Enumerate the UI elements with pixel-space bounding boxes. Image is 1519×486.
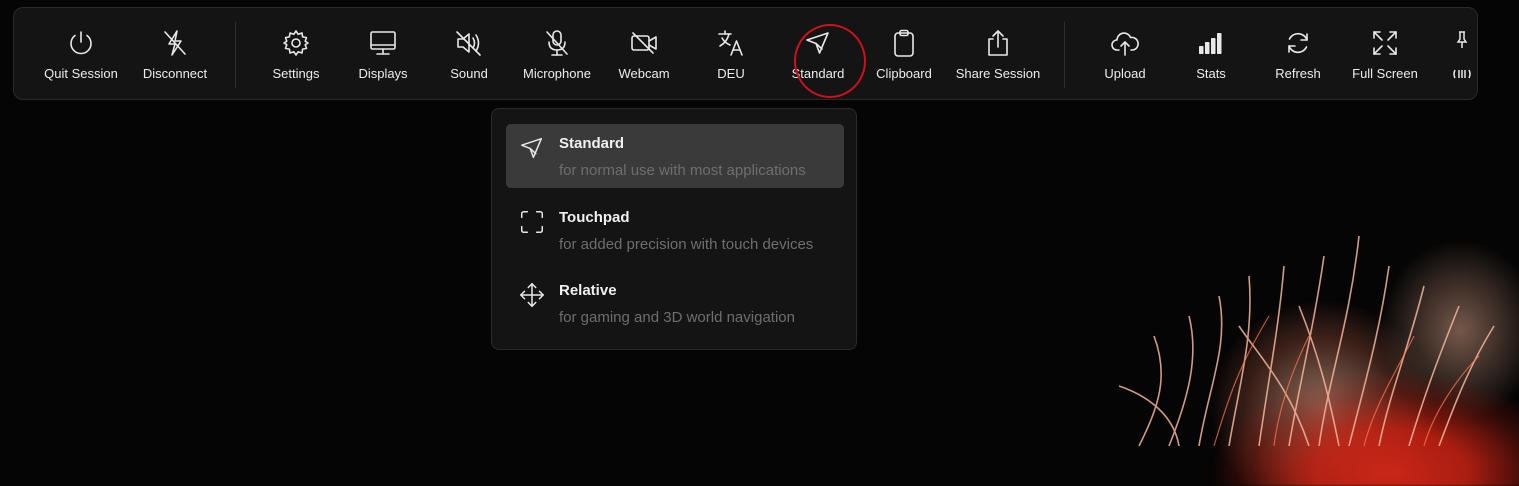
settings-label: Settings xyxy=(272,66,320,81)
refresh-button[interactable]: Refresh xyxy=(1250,8,1346,101)
clipboard-icon xyxy=(887,26,921,60)
background-flame-streaks xyxy=(1118,235,1495,446)
option-title: Touchpad xyxy=(559,209,630,226)
upload-button[interactable]: Upload xyxy=(1077,8,1173,101)
upload-label: Upload xyxy=(1104,66,1146,81)
quit-session-label: Quit Session xyxy=(44,66,118,81)
option-title: Standard xyxy=(559,135,625,152)
quit-session-button[interactable]: Quit Session xyxy=(33,8,129,101)
translate-icon xyxy=(714,26,748,60)
cloud-upload-icon xyxy=(1108,26,1142,60)
microphone-label: Microphone xyxy=(523,66,591,81)
displays-label: Displays xyxy=(358,66,408,81)
mouse-mode-menu: Standard for normal use with most applic… xyxy=(491,108,857,350)
webcam-label: Webcam xyxy=(618,66,670,81)
toolbar-divider xyxy=(235,22,236,88)
clipboard-button[interactable]: Clipboard xyxy=(856,8,952,101)
speaker-muted-icon xyxy=(452,26,486,60)
disconnect-icon xyxy=(158,26,192,60)
option-title: Relative xyxy=(559,282,617,299)
stats-label: Stats xyxy=(1196,66,1226,81)
webcam-button[interactable]: Webcam xyxy=(596,8,692,101)
settings-button[interactable]: Settings xyxy=(248,8,344,101)
fullscreen-label: Full Screen xyxy=(1352,66,1418,81)
disconnect-label: Disconnect xyxy=(142,66,208,81)
share-icon xyxy=(981,26,1015,60)
share-session-label: Share Session xyxy=(955,66,1041,81)
sound-label: Sound xyxy=(450,66,488,81)
gear-icon xyxy=(279,26,313,60)
mouse-mode-option-standard[interactable]: Standard for normal use with most applic… xyxy=(506,124,844,188)
monitor-icon xyxy=(366,26,400,60)
webcam-off-icon xyxy=(627,26,661,60)
refresh-icon xyxy=(1281,26,1315,60)
touchpad-frame-icon xyxy=(518,208,548,238)
signal-indicator-icon xyxy=(1453,69,1471,79)
toolbar-divider xyxy=(1064,22,1065,88)
disconnect-button[interactable]: Disconnect xyxy=(127,8,223,101)
signal-bars-icon xyxy=(1194,26,1228,60)
mouse-mode-option-relative[interactable]: Relative for gaming and 3D world navigat… xyxy=(506,271,844,335)
clipboard-label: Clipboard xyxy=(876,66,932,81)
move-arrows-icon xyxy=(518,281,548,311)
power-icon xyxy=(64,26,98,60)
language-button[interactable]: DEU xyxy=(683,8,779,101)
language-label: DEU xyxy=(717,66,745,81)
share-session-button[interactable]: Share Session xyxy=(950,8,1046,101)
mouse-mode-option-touchpad[interactable]: Touchpad for added precision with touch … xyxy=(506,198,844,262)
microphone-off-icon xyxy=(540,26,574,60)
fullscreen-icon xyxy=(1368,26,1402,60)
fullscreen-button[interactable]: Full Screen xyxy=(1337,8,1433,101)
option-subtitle: for added precision with touch devices xyxy=(559,236,814,253)
stats-button[interactable]: Stats xyxy=(1163,8,1259,101)
session-toolbar: Quit Session Disconnect Settings Display… xyxy=(13,7,1478,100)
option-subtitle: for normal use with most applications xyxy=(559,162,806,179)
refresh-label: Refresh xyxy=(1275,66,1321,81)
pin-icon xyxy=(1453,31,1471,79)
pin-toolbar-button[interactable] xyxy=(1451,30,1473,90)
option-subtitle: for gaming and 3D world navigation xyxy=(559,309,795,326)
microphone-button[interactable]: Microphone xyxy=(509,8,605,101)
sound-button[interactable]: Sound xyxy=(421,8,517,101)
displays-button[interactable]: Displays xyxy=(335,8,431,101)
cursor-arrow-icon xyxy=(518,134,548,164)
